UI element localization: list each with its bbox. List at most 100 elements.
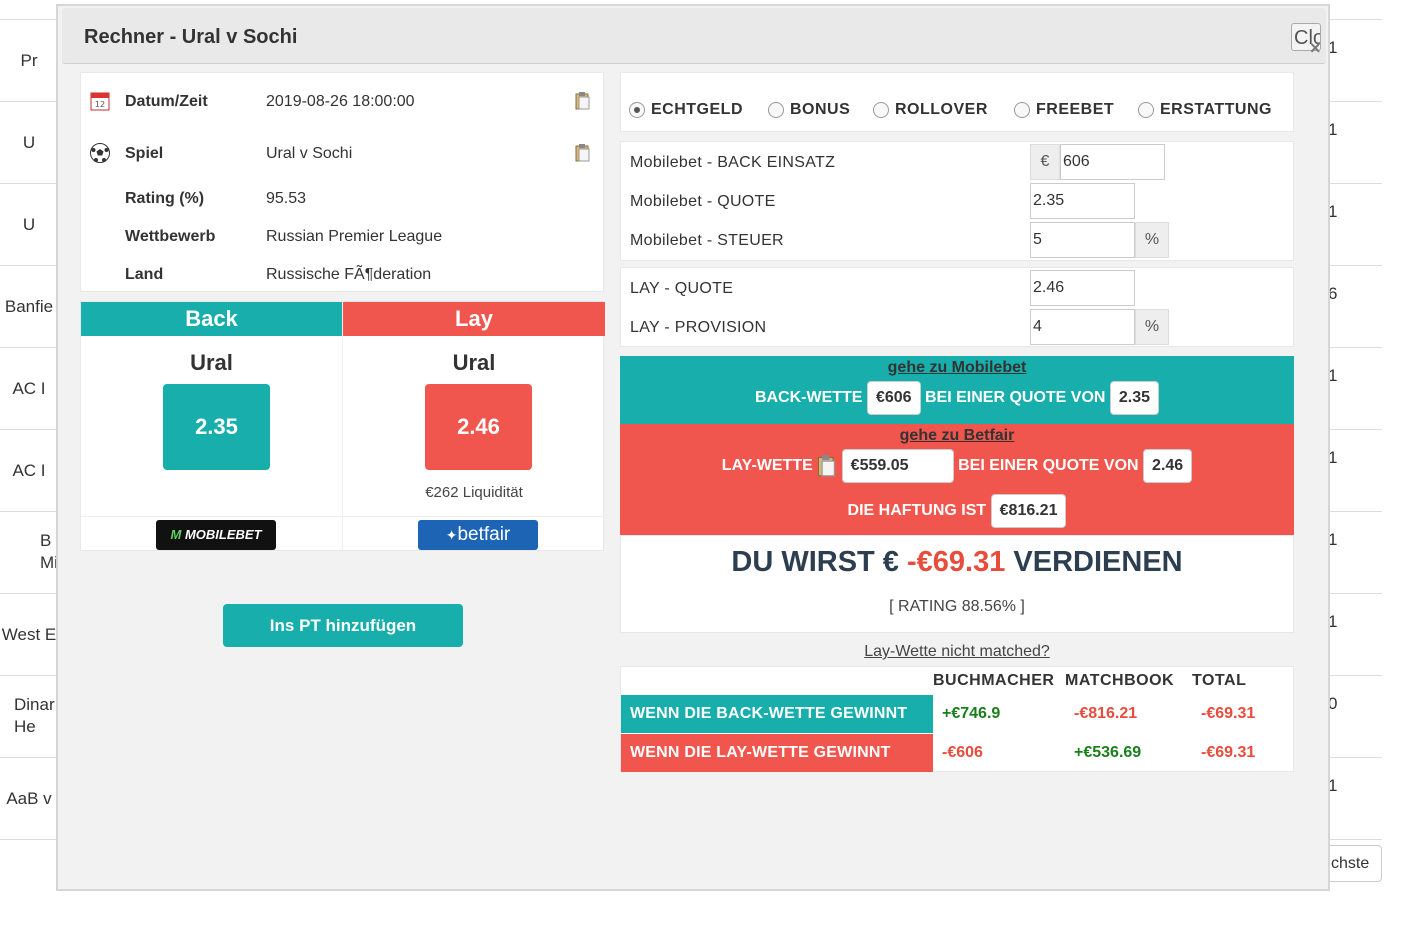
radio-echtgeld[interactable]: ECHTGELD xyxy=(629,101,743,119)
radio-icon[interactable] xyxy=(1014,102,1030,118)
outcome-bookmaker: -€606 xyxy=(942,744,983,761)
table-cell: Banfie xyxy=(4,297,54,316)
table-cell: U xyxy=(22,133,36,152)
back-logo-row: M MOBILEBET xyxy=(81,516,342,552)
radio-freebet[interactable]: FREEBET xyxy=(1014,101,1114,119)
back-bet-label: BACK-WETTE xyxy=(754,389,863,406)
table-cell: AC I xyxy=(12,461,46,480)
back-bet-odds[interactable]: 2.35 xyxy=(1109,381,1160,415)
table-cell: AC I xyxy=(12,379,46,398)
radio-label: ERSTATTUNG xyxy=(1160,101,1272,118)
close-icon[interactable]: × xyxy=(1310,38,1321,59)
table-cell: West E xyxy=(1,625,57,644)
game-label: Spiel xyxy=(125,145,164,162)
competition-label: Wettbewerb xyxy=(125,228,216,245)
radio-icon[interactable] xyxy=(1138,102,1154,118)
info-row-game: Spiel Ural v Sochi xyxy=(81,139,605,169)
lay-logo-row: ✦betfair xyxy=(343,516,605,552)
back-odds-row: Mobilebet - QUOTE 2.35 xyxy=(621,183,1295,219)
mobilebet-logo[interactable]: M MOBILEBET xyxy=(156,520,276,550)
radio-erstattung[interactable]: ERSTATTUNG xyxy=(1138,101,1272,119)
back-stake-input[interactable]: 606 xyxy=(1060,144,1165,180)
rating-label: Rating (%) xyxy=(125,190,205,207)
goto-mobilebet-link[interactable]: gehe zu Mobilebet xyxy=(620,359,1294,377)
commission-row: LAY - PROVISION 4 % xyxy=(621,309,1295,345)
radio-label: ROLLOVER xyxy=(895,101,988,118)
betfair-logo-text: betfair xyxy=(457,524,511,545)
lay-bet-amount[interactable]: €559.05 xyxy=(841,449,954,483)
goto-betfair-link[interactable]: gehe zu Betfair xyxy=(620,427,1294,445)
lay-unmatched-link[interactable]: Lay-Wette nicht matched? xyxy=(620,643,1294,661)
result-rating: [ RATING 88.56% ] xyxy=(889,598,1025,615)
back-odds-input[interactable]: 2.35 xyxy=(1030,183,1135,219)
commission-input[interactable]: 4 xyxy=(1030,309,1135,345)
modal-title: Rechner - Ural v Sochi xyxy=(84,26,298,48)
lay-liquidity: €262 Liquidität xyxy=(425,484,523,501)
radio-rollover[interactable]: ROLLOVER xyxy=(873,101,988,119)
modal-header: Rechner - Ural v Sochi Close × xyxy=(62,8,1326,64)
outcome-table: BUCHMACHER MATCHBOOK TOTAL WENN DIE BACK… xyxy=(620,666,1294,772)
calculator-modal: Rechner - Ural v Sochi Close × 12 Datum/… xyxy=(56,4,1330,891)
table-cell: Pr xyxy=(20,51,38,70)
outcome-matchbook: +€536.69 xyxy=(1074,744,1142,761)
profit-headline: DU WIRST € -€69.31 VERDIENEN xyxy=(621,546,1293,579)
radio-icon[interactable] xyxy=(768,102,784,118)
radio-label: BONUS xyxy=(790,101,851,118)
match-info-panel: 12 Datum/Zeit 2019-08-26 18:00:00 Spiel … xyxy=(80,72,604,292)
back-bet-amount[interactable]: €606 xyxy=(866,381,921,415)
datetime-value: 2019-08-26 18:00:00 xyxy=(266,93,415,110)
clipboard-icon[interactable] xyxy=(575,144,591,162)
column-header-bookmaker: BUCHMACHER xyxy=(933,672,1055,689)
back-header: Back xyxy=(81,302,342,336)
add-to-pt-button[interactable]: Ins PT hinzufügen xyxy=(223,604,463,647)
lay-odds-row: LAY - QUOTE 2.46 xyxy=(621,270,1295,306)
clipboard-icon[interactable] xyxy=(575,92,591,110)
table-cell: AaB v xyxy=(6,789,52,808)
at-odds-label: BEI EINER QUOTE VON xyxy=(924,389,1106,406)
mobilebet-logo-text: MOBILEBET xyxy=(184,527,262,542)
lay-odds-button[interactable]: 2.46 xyxy=(425,384,532,470)
football-icon xyxy=(90,143,110,163)
back-inputs-panel: Mobilebet - BACK EINSATZ € 606 Mobilebet… xyxy=(620,141,1294,261)
info-row-country: Land Russische FÃ¶deration xyxy=(81,260,605,290)
table-cell: 1 xyxy=(1328,530,1338,549)
table-cell: 6 xyxy=(1328,284,1338,303)
lay-bet-odds[interactable]: 2.46 xyxy=(1143,449,1193,483)
lay-odds-input[interactable]: 2.46 xyxy=(1030,270,1135,306)
back-instruction-line: BACK-WETTE €606 BEI EINER QUOTE VON 2.35 xyxy=(620,381,1294,415)
clipboard-icon[interactable] xyxy=(817,455,837,477)
table-cell: 1 xyxy=(1328,38,1338,57)
datetime-label: Datum/Zeit xyxy=(125,93,208,110)
radio-bonus[interactable]: BONUS xyxy=(768,101,850,119)
lay-bet-label: LAY-WETTE xyxy=(721,457,813,474)
percent-addon: % xyxy=(1135,309,1169,345)
outcome-bookmaker: +€746.9 xyxy=(942,705,1001,722)
column-header-matchbook: MATCHBOOK xyxy=(1065,672,1175,689)
currency-addon: € xyxy=(1030,144,1060,180)
lay-team: Ural xyxy=(452,350,496,375)
table-cell: B Mi xyxy=(40,531,58,572)
back-team: Ural xyxy=(190,350,233,375)
betfair-logo[interactable]: ✦betfair xyxy=(418,520,538,550)
percent-addon: % xyxy=(1135,222,1169,258)
tax-input[interactable]: 5 xyxy=(1030,222,1135,258)
radio-checked-icon[interactable] xyxy=(629,102,645,118)
lay-instruction-panel: gehe zu Betfair LAY-WETTE €559.05 BEI EI… xyxy=(620,424,1294,535)
country-label: Land xyxy=(125,266,164,283)
table-cell: U xyxy=(22,215,36,234)
tax-label: Mobilebet - STEUER xyxy=(630,232,784,249)
back-odds-button[interactable]: 2.35 xyxy=(163,384,270,470)
rating-value: 95.53 xyxy=(266,190,307,207)
table-cell: Dinar He xyxy=(14,695,55,736)
lay-inputs-panel: LAY - QUOTE 2.46 LAY - PROVISION 4 % xyxy=(620,267,1294,347)
commission-label: LAY - PROVISION xyxy=(630,319,767,336)
profit-suffix: VERDIENEN xyxy=(1013,546,1183,578)
outcome-total: -€69.31 xyxy=(1201,744,1256,761)
table-cell: 1 xyxy=(1328,202,1338,221)
profit-value: -€69.31 xyxy=(907,546,1006,578)
liability-amount[interactable]: €816.21 xyxy=(990,494,1067,528)
info-row-competition: Wettbewerb Russian Premier League xyxy=(81,222,605,252)
lay-odds-label: LAY - QUOTE xyxy=(630,280,734,297)
radio-icon[interactable] xyxy=(873,102,889,118)
game-value: Ural v Sochi xyxy=(266,145,353,162)
